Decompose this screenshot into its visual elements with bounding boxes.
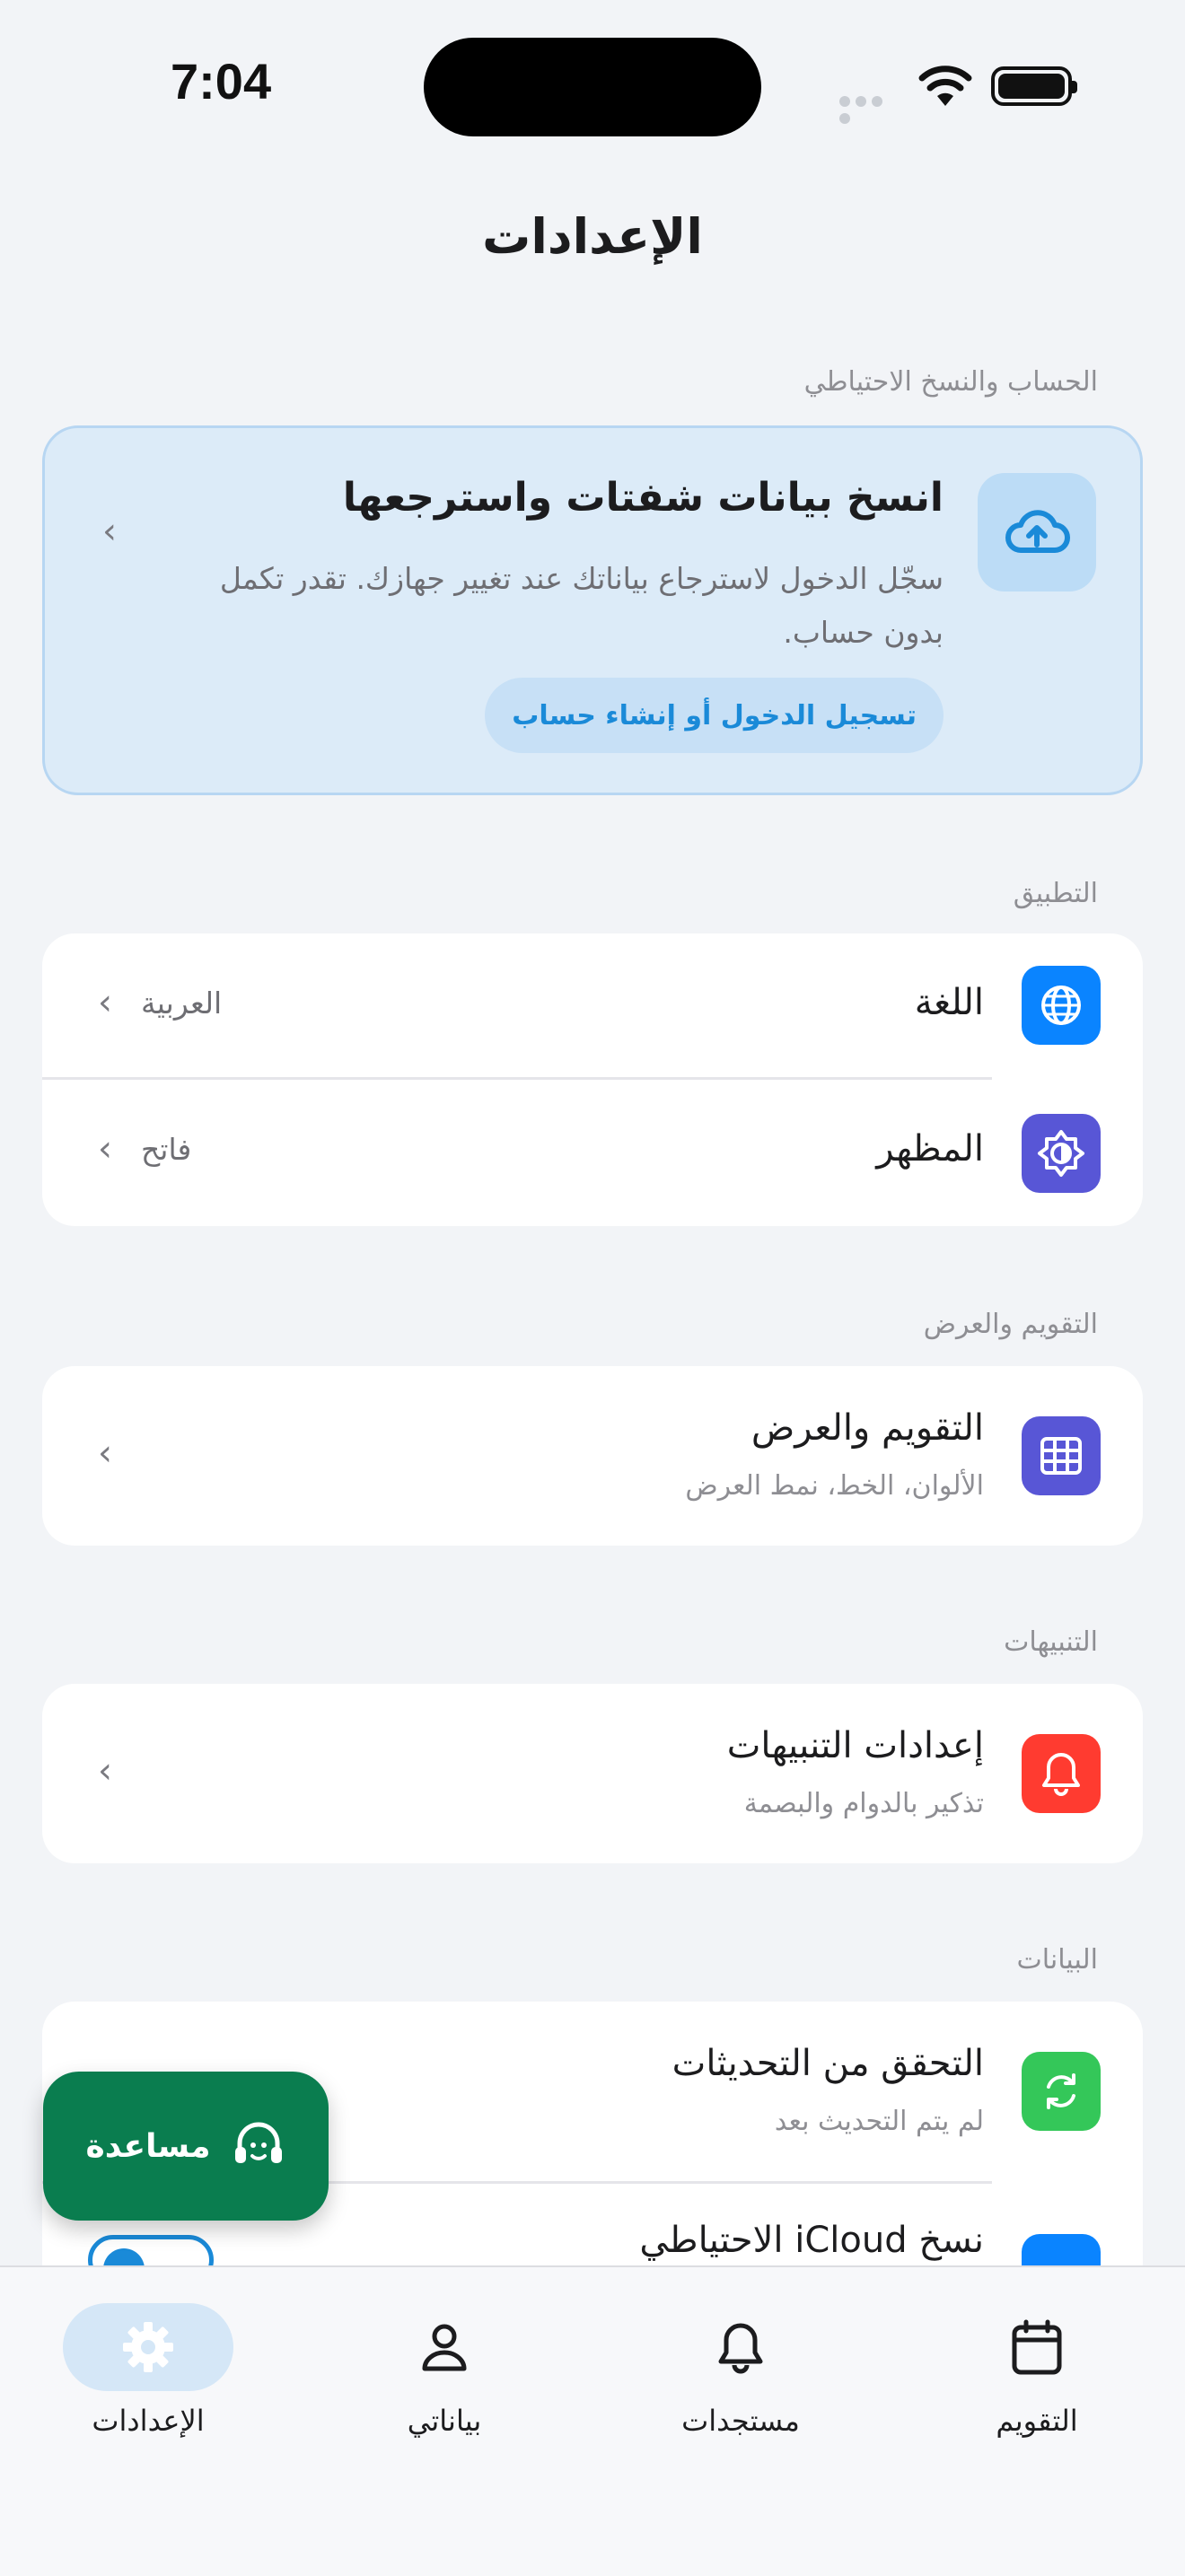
- bell-icon: [1022, 1734, 1101, 1813]
- dynamic-island: [424, 38, 761, 136]
- chevron-left-icon: ‹: [102, 511, 117, 552]
- section-label-notifications: التنبيهات: [1004, 1626, 1098, 1658]
- language-row[interactable]: اللغة العربية ‹: [42, 933, 1143, 1077]
- section-label-data: البيانات: [1016, 1944, 1098, 1976]
- calendar-row-title: التقويم والعرض: [750, 1407, 984, 1449]
- check-updates-subtitle: لم يتم التحديث بعد: [774, 2106, 984, 2137]
- chevron-left-icon: ‹: [98, 982, 112, 1023]
- tab-new-label: مستجدات: [681, 2404, 800, 2438]
- appearance-row[interactable]: المظهر فاتح ‹: [42, 1080, 1143, 1226]
- person-icon: [359, 2303, 530, 2391]
- cloud-upload-icon: [978, 473, 1096, 591]
- help-button[interactable]: مساعدة: [43, 2072, 329, 2221]
- refresh-icon: [1022, 2052, 1101, 2131]
- page-title: الإعدادات: [482, 208, 703, 265]
- appearance-value: فاتح: [141, 1132, 192, 1167]
- tab-my-data[interactable]: بياناتي: [296, 2267, 592, 2474]
- tab-bar: الإعدادات بياناتي مستجدات التقويم: [0, 2265, 1185, 2576]
- appearance-icon: [1022, 1114, 1101, 1193]
- globe-icon: [1022, 966, 1101, 1045]
- sign-in-button[interactable]: تسجيل الدخول أو إنشاء حساب: [485, 678, 944, 753]
- backup-card-description: سجّل الدخول لاسترجاع بياناتك عند تغيير ج…: [219, 561, 944, 650]
- grid-icon: [1022, 1416, 1101, 1495]
- icloud-backup-title: نسخ iCloud الاحتياطي: [639, 2220, 984, 2261]
- bell-icon: [655, 2303, 826, 2391]
- language-value: العربية: [141, 986, 223, 1021]
- notifications-row-subtitle: تذكير بالدوام والبصمة: [743, 1788, 984, 1819]
- cellular-signal-icon: [839, 93, 902, 124]
- headset-icon: [231, 2116, 286, 2176]
- tab-settings[interactable]: الإعدادات: [0, 2267, 296, 2474]
- app-settings-card: اللغة العربية ‹ المظهر فاتح ‹: [42, 933, 1143, 1226]
- calendar-row-subtitle: الألوان، الخط، نمط العرض: [685, 1470, 984, 1502]
- wifi-icon: [917, 63, 973, 108]
- battery-icon: [991, 66, 1077, 106]
- backup-card[interactable]: انسخ بيانات شفتات واسترجعها سجّل الدخول …: [42, 425, 1143, 795]
- appearance-title: المظهر: [876, 1128, 984, 1170]
- chevron-left-icon: ‹: [98, 1128, 112, 1170]
- chevron-left-icon: ‹: [98, 1750, 112, 1792]
- help-button-label: مساعدة: [85, 2127, 211, 2165]
- section-label-account: الحساب والنسخ الاحتياطي: [803, 366, 1098, 398]
- tab-my-data-label: بياناتي: [407, 2404, 482, 2438]
- calendar-icon: [952, 2303, 1122, 2391]
- tab-new[interactable]: مستجدات: [592, 2267, 889, 2474]
- check-updates-title: التحقق من التحديثات: [672, 2043, 984, 2084]
- backup-card-title: انسخ بيانات شفتات واسترجعها: [342, 475, 944, 521]
- section-label-app: التطبيق: [1013, 878, 1098, 909]
- gear-icon: [63, 2303, 233, 2391]
- notifications-row-title: إعدادات التنبيهات: [726, 1725, 984, 1766]
- calendar-row[interactable]: التقويم والعرض الألوان، الخط، نمط العرض …: [42, 1366, 1143, 1546]
- status-time: 7:04: [171, 53, 272, 110]
- language-title: اللغة: [914, 982, 984, 1023]
- tab-calendar[interactable]: التقويم: [889, 2267, 1185, 2474]
- tab-settings-label: الإعدادات: [92, 2404, 205, 2438]
- tab-calendar-label: التقويم: [996, 2404, 1078, 2438]
- section-label-calendar: التقويم والعرض: [923, 1309, 1098, 1340]
- notifications-row[interactable]: إعدادات التنبيهات تذكير بالدوام والبصمة …: [42, 1684, 1143, 1863]
- chevron-left-icon: ‹: [98, 1433, 112, 1474]
